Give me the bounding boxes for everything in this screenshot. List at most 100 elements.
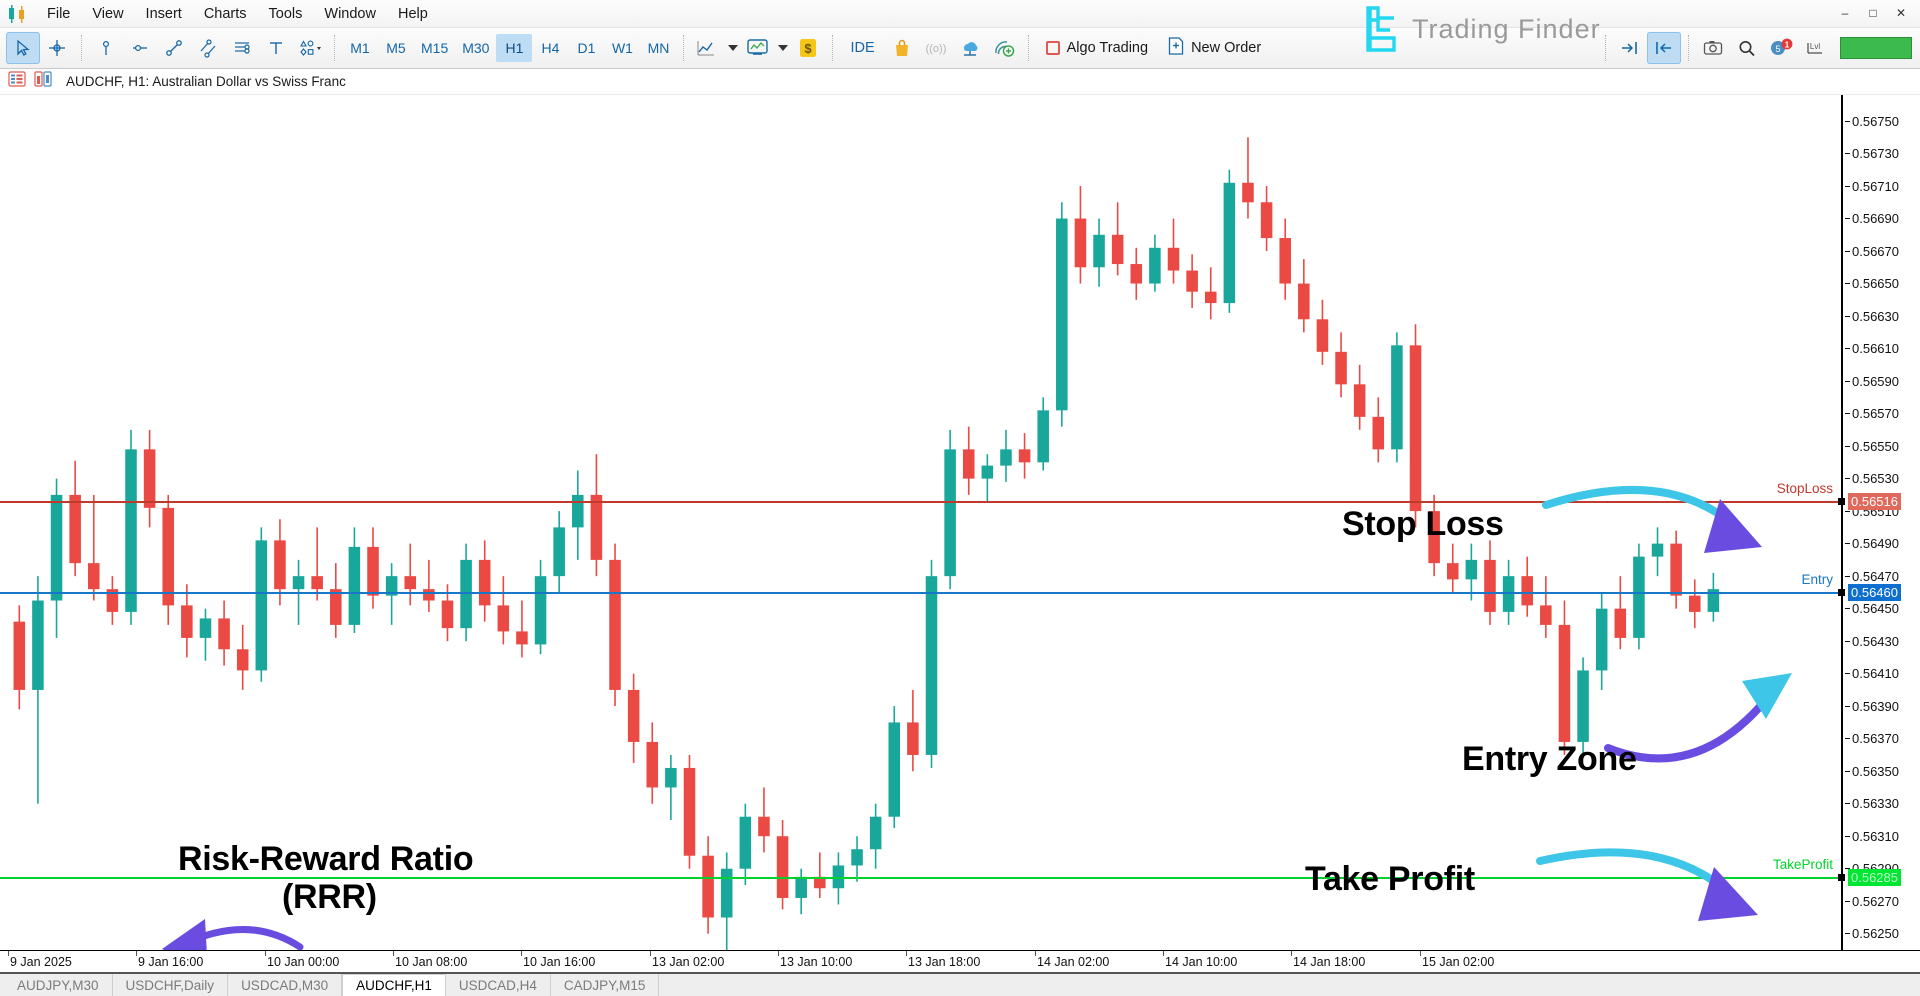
stop-loss-annotation: Stop Loss <box>1342 505 1504 543</box>
chart-tab-usdcad-m30[interactable]: USDCAD,M30 <box>228 974 343 996</box>
chart-type-dropdown-icon[interactable] <box>725 32 741 64</box>
new-order-button[interactable]: New Order <box>1158 33 1271 63</box>
entry-line[interactable] <box>0 592 1841 595</box>
time-tick-label: 15 Jan 02:00 <box>1422 955 1495 969</box>
timeframe-h4[interactable]: H4 <box>532 34 568 62</box>
menu-insert[interactable]: Insert <box>135 3 193 25</box>
price-tick-label: 0.56690 <box>1852 211 1899 227</box>
algo-trading-button[interactable]: Algo Trading <box>1036 33 1158 63</box>
menu-view[interactable]: View <box>81 3 134 25</box>
menu-help[interactable]: Help <box>387 3 439 25</box>
price-tick: 0.56270 <box>1845 893 1899 909</box>
tick-dash-icon <box>1845 413 1850 415</box>
timeframe-h1[interactable]: H1 <box>496 34 533 62</box>
toolbar-separator-4 <box>832 35 834 61</box>
tool-horizontal-line[interactable] <box>123 32 157 64</box>
tick-dash-icon <box>1845 153 1850 155</box>
tool-fibonacci[interactable] <box>225 32 259 64</box>
tool-indicators[interactable] <box>741 32 775 64</box>
rrr-annotation-line1: Risk-Reward Ratio <box>178 840 474 878</box>
timeframe-m1[interactable]: M1 <box>342 34 378 62</box>
price-tick: 0.56390 <box>1845 698 1899 714</box>
svg-text:Lvl: Lvl <box>1810 42 1820 51</box>
tool-mql5-community[interactable]: 5 1 <box>1764 32 1798 64</box>
algo-trading-label: Algo Trading <box>1066 40 1149 56</box>
tool-add-signal[interactable] <box>987 32 1021 64</box>
tool-trendline[interactable] <box>157 32 191 64</box>
tool-autoscroll-price[interactable]: $ <box>791 32 825 64</box>
close-button[interactable]: ✕ <box>1888 3 1914 23</box>
timeframe-w1[interactable]: W1 <box>604 34 640 62</box>
tool-autoscroll[interactable] <box>1647 32 1681 64</box>
time-axis[interactable]: 9 Jan 2025 9 Jan 16:00 10 Jan 00:00 10 Jan … <box>0 950 1920 974</box>
tick-dash-icon <box>1845 575 1850 577</box>
price-tick: 0.56450 <box>1845 601 1899 617</box>
data-window-icon[interactable] <box>8 71 26 92</box>
tool-shapes[interactable] <box>293 32 327 64</box>
price-tick: 0.56310 <box>1845 828 1899 844</box>
price-tick-label: 0.56750 <box>1852 113 1899 129</box>
tool-ide[interactable]: IDE <box>840 33 884 63</box>
menu-file[interactable]: File <box>36 3 81 25</box>
chart-tab-audchf-h1[interactable]: AUDCHF,H1 <box>342 974 446 996</box>
tick-dash-icon <box>1845 478 1850 480</box>
timeframe-m15[interactable]: M15 <box>414 34 455 62</box>
svg-text:5: 5 <box>1775 44 1780 54</box>
menu-tools[interactable]: Tools <box>258 3 314 25</box>
price-tick: 0.56630 <box>1845 308 1899 324</box>
tool-text[interactable] <box>259 32 293 64</box>
tool-screenshot[interactable] <box>1696 32 1730 64</box>
tool-line-chart[interactable] <box>691 32 725 64</box>
chart-container: StopLoss Entry TakeProfit Stop Loss Entr… <box>0 95 1920 950</box>
minimize-button[interactable]: – <box>1832 3 1858 23</box>
tool-market[interactable] <box>885 32 919 64</box>
stop-loss-label: StopLoss <box>1776 481 1833 497</box>
tool-cursor[interactable] <box>6 32 40 64</box>
timeframe-m30[interactable]: M30 <box>455 34 496 62</box>
price-axis[interactable]: 0.56750 0.56730 0.56710 0.56690 0.56670 0.566… <box>1838 95 1920 950</box>
price-tick-label: 0.56650 <box>1852 276 1899 292</box>
chart-plot-area[interactable]: StopLoss Entry TakeProfit Stop Loss Entr… <box>0 95 1843 950</box>
menu-charts[interactable]: Charts <box>193 3 258 25</box>
chart-symbol-title: AUDCHF, H1: Australian Dollar vs Swiss F… <box>66 74 346 89</box>
app-logo-icon <box>6 4 28 24</box>
menu-window[interactable]: Window <box>313 3 387 25</box>
price-tick: 0.56490 <box>1845 536 1899 552</box>
chart-tab-audjpy-m30[interactable]: AUDJPY,M30 <box>4 974 113 996</box>
price-tick: 0.56690 <box>1845 211 1899 227</box>
tool-vps[interactable] <box>953 32 987 64</box>
timeframe-mn[interactable]: MN <box>640 34 676 62</box>
price-tick: 0.56610 <box>1845 341 1899 357</box>
stop-loss-line[interactable] <box>0 501 1841 504</box>
tick-dash-icon <box>1845 283 1850 285</box>
maximize-button[interactable]: □ <box>1860 3 1886 23</box>
price-tick: 0.56350 <box>1845 763 1899 779</box>
indicator-dropdown-icon[interactable] <box>775 32 791 64</box>
tool-search[interactable] <box>1730 32 1764 64</box>
tool-crosshair[interactable] <box>40 32 74 64</box>
toolbar-separator-1 <box>81 35 82 61</box>
time-tick-label: 13 Jan 10:00 <box>780 955 853 969</box>
chart-window-icon[interactable] <box>34 71 52 92</box>
tick-dash-icon <box>1845 380 1850 382</box>
tool-vertical-line[interactable] <box>89 32 123 64</box>
ide-label: IDE <box>850 40 875 56</box>
chart-tab-cadjpy-m15[interactable]: CADJPY,M15 <box>551 974 660 996</box>
price-tick-label: 0.56470 <box>1852 568 1899 584</box>
rrr-annotation-line2: (RRR) <box>282 878 377 916</box>
price-tick-label: 0.56390 <box>1852 698 1899 714</box>
svg-text:((o)): ((o)) <box>925 43 946 55</box>
time-tick-label: 13 Jan 02:00 <box>652 955 725 969</box>
timeframe-m5[interactable]: M5 <box>378 34 414 62</box>
tool-signals[interactable]: ((o)) <box>919 32 953 64</box>
price-tick-label: 0.56490 <box>1852 536 1899 552</box>
chart-tab-usdcad-h4[interactable]: USDCAD,H4 <box>446 974 551 996</box>
window-controls: – □ ✕ <box>1832 3 1914 23</box>
tool-chart-shift[interactable] <box>1613 32 1647 64</box>
tool-equidistant-channel[interactable] <box>191 32 225 64</box>
timeframe-d1[interactable]: D1 <box>568 34 604 62</box>
tool-levels[interactable]: Lvl <box>1798 32 1832 64</box>
price-tick-label: 0.56530 <box>1852 471 1899 487</box>
tick-dash-icon <box>1845 608 1850 610</box>
chart-tab-usdchf-daily[interactable]: USDCHF,Daily <box>113 974 229 996</box>
